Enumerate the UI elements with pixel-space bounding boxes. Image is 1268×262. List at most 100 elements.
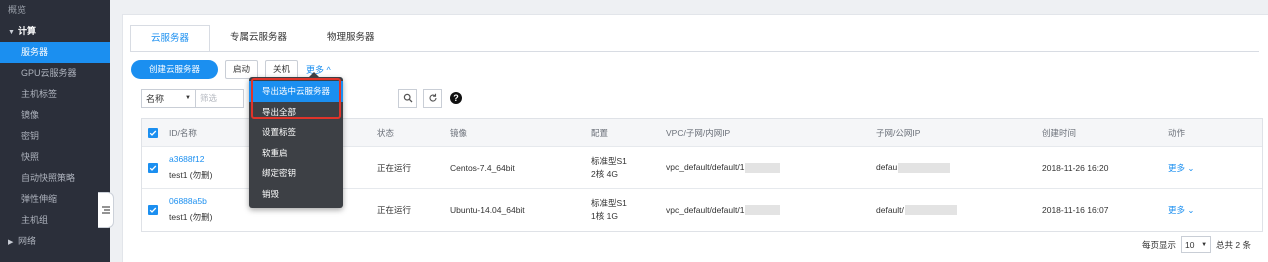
redacted-ip (904, 205, 957, 216)
select-all-checkbox[interactable] (148, 127, 158, 138)
sidebar-item-host-groups[interactable]: 主机组 (0, 210, 110, 231)
sidebar-item-label: 概览 (8, 5, 27, 15)
server-name: test1 (勿删) (169, 212, 213, 222)
check-icon (149, 165, 157, 171)
server-status: 正在运行 (377, 205, 412, 215)
column-header-vpc[interactable]: VPC/子网/内网IP (666, 127, 730, 139)
sidebar-group-compute[interactable]: ▼ 计算 (0, 21, 110, 42)
server-subnet-text: defau (876, 162, 898, 173)
server-image: Ubuntu-14.04_64bit (450, 205, 525, 215)
row-more-button[interactable]: 更多 ⌄ (1168, 204, 1194, 216)
server-id-link[interactable]: a3688f12 (169, 154, 204, 164)
server-status: 正在运行 (377, 162, 412, 173)
redacted-ip (898, 162, 951, 173)
menu-icon (101, 206, 110, 214)
redacted-ip (745, 162, 781, 173)
sidebar-item-label: 镜像 (21, 110, 40, 120)
tab-dedicated-servers[interactable]: 专属云服务器 (210, 25, 307, 52)
column-header-image[interactable]: 镜像 (450, 127, 467, 139)
sidebar-item-label: 计算 (18, 26, 37, 36)
sidebar-item-servers[interactable]: 服务器 (0, 42, 110, 63)
sidebar-item-label: 网络 (18, 236, 37, 246)
tab-bar: 云服务器 专属云服务器 物理服务器 (130, 25, 395, 52)
sidebar-item-label: 自动快照策略 (21, 173, 76, 183)
create-server-button[interactable]: 创建云服务器 (131, 59, 219, 79)
menu-item-destroy[interactable]: 销毁 (249, 184, 343, 205)
caret-down-icon: ▼ (8, 29, 15, 36)
check-icon (149, 130, 157, 136)
column-header-actions: 动作 (1168, 127, 1186, 138)
server-vpc-text: vpc_default/default/1 (666, 204, 745, 215)
row-checkbox[interactable] (148, 162, 158, 173)
server-name: test1 (勿删) (169, 170, 213, 180)
page-size-select[interactable]: 10 ▼ (1181, 236, 1212, 253)
server-vpc-text: vpc_default/default/1 (666, 162, 745, 173)
sidebar-group-network[interactable]: ▶ 网络 (0, 231, 110, 252)
highlight-box (251, 78, 341, 119)
server-config-type: 标准型S1 (591, 156, 627, 166)
menu-item-set-tags[interactable]: 设置标签 (249, 122, 343, 143)
server-created: 2018-11-26 16:20 (1042, 162, 1109, 173)
shutdown-button[interactable]: 关机 (265, 59, 299, 79)
refresh-button[interactable] (423, 88, 442, 108)
column-header-status[interactable]: 状态 (377, 127, 394, 139)
sidebar-item-images[interactable]: 镜像 (0, 105, 110, 126)
sidebar-collapse-toggle[interactable] (98, 192, 114, 228)
server-subnet-text: default/ (876, 204, 904, 215)
caret-down-icon: ▼ (185, 95, 191, 101)
server-config-spec: 2核 4G (591, 169, 618, 179)
sidebar-item-autoscaling[interactable]: 弹性伸缩 (0, 189, 110, 210)
menu-item-soft-reboot[interactable]: 软重启 (249, 143, 343, 164)
server-image: Centos-7.4_64bit (450, 162, 515, 173)
sidebar-item-keys[interactable]: 密钥 (0, 126, 110, 147)
page-size-value: 10 (1185, 239, 1195, 250)
sidebar-item-label: 弹性伸缩 (21, 194, 58, 204)
sidebar-item-label: GPU云服务器 (21, 68, 77, 78)
column-header-id[interactable]: ID/名称 (169, 127, 197, 139)
column-header-config[interactable]: 配置 (591, 127, 608, 139)
sidebar-item-overview[interactable]: 概览 (0, 0, 110, 21)
tab-divider (130, 51, 1259, 52)
column-header-created[interactable]: 创建时间 (1042, 127, 1076, 139)
server-config-type: 标准型S1 (591, 198, 627, 208)
sidebar-item-label: 密钥 (21, 131, 40, 141)
total-count: 总共 2 条 (1216, 239, 1251, 250)
server-public-ip: defau (876, 162, 951, 173)
server-created: 2018-11-16 16:07 (1042, 205, 1109, 215)
menu-item-bind-key[interactable]: 绑定密钥 (249, 163, 343, 184)
check-icon (149, 207, 157, 213)
server-vpc: vpc_default/default/1 (666, 204, 781, 216)
start-button[interactable]: 启动 (225, 59, 259, 79)
sidebar-item-host-tags[interactable]: 主机标签 (0, 84, 110, 105)
server-config-spec: 1核 1G (591, 211, 618, 221)
sidebar-item-gpu-servers[interactable]: GPU云服务器 (0, 63, 110, 84)
server-id-link[interactable]: 06888a5b (169, 196, 207, 206)
redacted-ip (745, 205, 781, 216)
page-size-label: 每页显示 (1142, 239, 1177, 250)
sidebar: 概览 ▼ 计算 服务器 GPU云服务器 主机标签 镜像 密钥 快照 自动快照策略 … (0, 0, 110, 262)
help-icon[interactable]: ? (450, 92, 462, 104)
refresh-icon (428, 93, 437, 102)
search-button[interactable] (398, 88, 417, 108)
sidebar-item-label: 快照 (21, 152, 40, 162)
pagination: 每页显示 10 ▼ 总共 2 条 (1142, 236, 1251, 253)
caret-down-icon: ▼ (1201, 241, 1208, 248)
server-vpc: vpc_default/default/1 (666, 162, 781, 173)
menu-caret (309, 72, 319, 77)
column-header-public-ip[interactable]: 子网/公网IP (876, 127, 920, 139)
row-checkbox[interactable] (148, 205, 158, 215)
search-icon (403, 93, 412, 103)
filter-input[interactable]: 筛选 (196, 88, 244, 108)
toolbar: 创建云服务器 启动 关机 更多 ^ (131, 59, 331, 79)
sidebar-item-snapshots[interactable]: 快照 (0, 147, 110, 168)
tab-physical-servers[interactable]: 物理服务器 (307, 25, 395, 52)
tab-cloud-servers[interactable]: 云服务器 (130, 25, 211, 52)
filter-field-select[interactable]: 名称 ▼ (141, 88, 196, 108)
row-more-button[interactable]: 更多 ⌄ (1168, 162, 1194, 174)
sidebar-item-label: 主机标签 (21, 89, 58, 99)
sidebar-item-label: 主机组 (21, 215, 49, 225)
sidebar-item-label: 服务器 (21, 47, 49, 57)
server-public-ip: default/ (876, 205, 957, 216)
filter-field-value: 名称 (146, 93, 165, 104)
sidebar-item-auto-snapshot[interactable]: 自动快照策略 (0, 168, 110, 189)
